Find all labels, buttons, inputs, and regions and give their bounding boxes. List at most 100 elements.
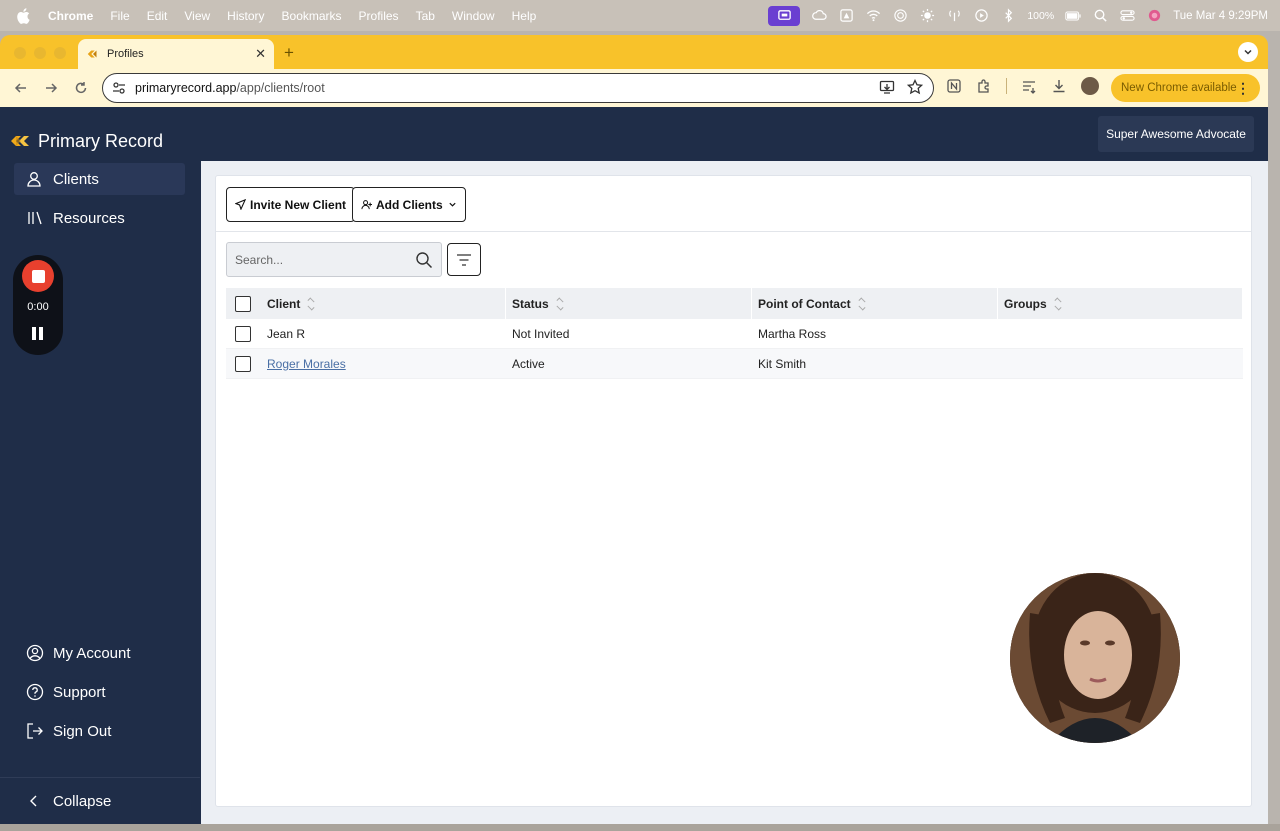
kebab-menu-icon[interactable]: ⋮ (1236, 80, 1250, 97)
stop-icon (31, 269, 45, 283)
menu-edit[interactable]: Edit (147, 9, 168, 23)
sidebar-item-my-account[interactable]: My Account (14, 637, 185, 669)
webcam-overlay[interactable] (1010, 573, 1180, 743)
table-header: Client Status Point of Contact Groups (226, 288, 1243, 319)
play-icon[interactable] (973, 9, 989, 23)
menu-file[interactable]: File (110, 9, 129, 23)
sort-icon[interactable] (307, 296, 315, 311)
send-icon (235, 199, 246, 210)
notion-extension-icon[interactable] (946, 78, 962, 94)
sidebar-item-label: Resources (53, 209, 125, 227)
bluetooth-icon[interactable] (1000, 8, 1016, 23)
install-app-icon[interactable] (879, 79, 895, 95)
column-client[interactable]: Client (226, 288, 506, 319)
wifi-icon[interactable] (865, 9, 881, 23)
user-menu-button[interactable]: Super Awesome Advocate (1098, 116, 1254, 152)
add-label: Add Clients (376, 197, 443, 212)
tab-search-button[interactable] (1238, 42, 1258, 62)
sidebar-item-clients[interactable]: Clients (14, 163, 185, 195)
webcam-feed-image (1010, 573, 1180, 743)
search-field[interactable]: Search... (226, 242, 442, 277)
back-arrow-icon[interactable] (12, 79, 30, 97)
battery-percent: 100% (1027, 9, 1055, 22)
close-tab-icon[interactable]: ✕ (255, 46, 266, 62)
recording-timer: 0:00 (27, 301, 49, 313)
primary-record-logo-icon (11, 136, 29, 146)
sidebar-item-label: My Account (53, 644, 131, 662)
add-clients-button[interactable]: Add Clients (352, 187, 466, 222)
zoom-window-button[interactable] (54, 47, 66, 59)
siri-icon[interactable] (1146, 9, 1162, 23)
address-bar[interactable]: primaryrecord.app/app/clients/root (102, 73, 934, 103)
download-icon[interactable] (1051, 78, 1067, 94)
new-tab-icon[interactable]: + (284, 43, 294, 63)
table-row[interactable]: Jean R Not Invited Martha Ross (226, 319, 1243, 349)
bookmark-star-icon[interactable] (907, 79, 923, 95)
column-status[interactable]: Status (506, 288, 752, 319)
sidebar-item-sign-out[interactable]: Sign Out (14, 715, 185, 747)
menu-view[interactable]: View (184, 9, 210, 23)
collapse-label: Collapse (53, 792, 112, 810)
filter-button[interactable] (447, 243, 481, 276)
column-point-of-contact[interactable]: Point of Contact (752, 288, 998, 319)
apple-icon[interactable] (16, 7, 30, 24)
client-name-link[interactable]: Roger Morales (267, 357, 346, 371)
sidebar-item-support[interactable]: Support (14, 676, 185, 708)
client-contact: Martha Ross (758, 326, 827, 341)
menu-tab[interactable]: Tab (416, 9, 435, 23)
new-chrome-available-button[interactable]: New Chrome available ⋮ (1111, 74, 1260, 102)
tab-title: Profiles (107, 48, 144, 60)
reload-icon[interactable] (72, 79, 90, 97)
site-info-icon[interactable] (111, 80, 127, 96)
row-checkbox[interactable] (235, 355, 251, 372)
search-icon[interactable] (415, 251, 433, 269)
stop-recording-button[interactable] (22, 260, 54, 292)
menu-help[interactable]: Help (512, 9, 537, 23)
menu-bookmarks[interactable]: Bookmarks (282, 9, 342, 23)
filter-icon (457, 253, 471, 266)
invite-new-client-button[interactable]: Invite New Client (226, 187, 356, 222)
close-window-button[interactable] (14, 47, 26, 59)
screen-recorder-icon[interactable] (768, 5, 801, 26)
sort-icon[interactable] (556, 296, 564, 311)
select-all-checkbox[interactable] (235, 295, 251, 312)
sidebar-item-resources[interactable]: Resources (14, 202, 185, 234)
users-icon (27, 172, 41, 187)
drive-icon[interactable] (838, 9, 854, 23)
reading-list-icon[interactable] (1021, 78, 1037, 94)
sidebar-item-label: Clients (53, 170, 99, 188)
clients-toolbar: Invite New Client Add Clients (216, 176, 1251, 232)
browser-tab[interactable]: Profiles ✕ (78, 39, 274, 69)
airdrop-icon[interactable] (892, 9, 908, 23)
pause-icon[interactable] (32, 327, 44, 340)
brand-logo[interactable]: Primary Record (10, 130, 163, 152)
menubar-clock[interactable]: Tue Mar 4 9:29PM (1173, 10, 1268, 22)
column-groups[interactable]: Groups (998, 288, 1243, 319)
menu-history[interactable]: History (227, 9, 264, 23)
extensions-puzzle-icon[interactable] (976, 78, 992, 94)
collapse-sidebar-button[interactable]: Collapse (0, 777, 200, 824)
sort-icon[interactable] (1054, 296, 1062, 311)
profile-avatar[interactable] (1081, 77, 1099, 95)
header-label: Groups (1004, 296, 1047, 311)
control-center-icon[interactable] (1119, 9, 1135, 23)
battery-icon[interactable] (1065, 9, 1081, 23)
menu-profiles[interactable]: Profiles (359, 9, 399, 23)
menu-app-name[interactable]: Chrome (48, 9, 93, 23)
spotlight-search-icon[interactable] (1092, 9, 1108, 23)
table-row[interactable]: Roger Morales Active Kit Smith (226, 349, 1243, 379)
sign-out-icon (27, 723, 43, 739)
row-checkbox[interactable] (235, 325, 251, 342)
sort-icon[interactable] (858, 296, 866, 311)
forward-arrow-icon[interactable] (42, 79, 60, 97)
desktop-background (0, 824, 1280, 831)
antenna-icon[interactable] (946, 9, 962, 23)
cloud-icon[interactable] (811, 9, 827, 23)
tab-strip: Profiles ✕ + (0, 35, 1268, 69)
header-label: Client (267, 296, 301, 311)
menu-window[interactable]: Window (452, 9, 495, 23)
chevron-left-icon (30, 795, 37, 807)
minimize-window-button[interactable] (34, 47, 46, 59)
client-name[interactable]: Jean R (267, 327, 305, 341)
brightness-icon[interactable] (919, 8, 935, 23)
